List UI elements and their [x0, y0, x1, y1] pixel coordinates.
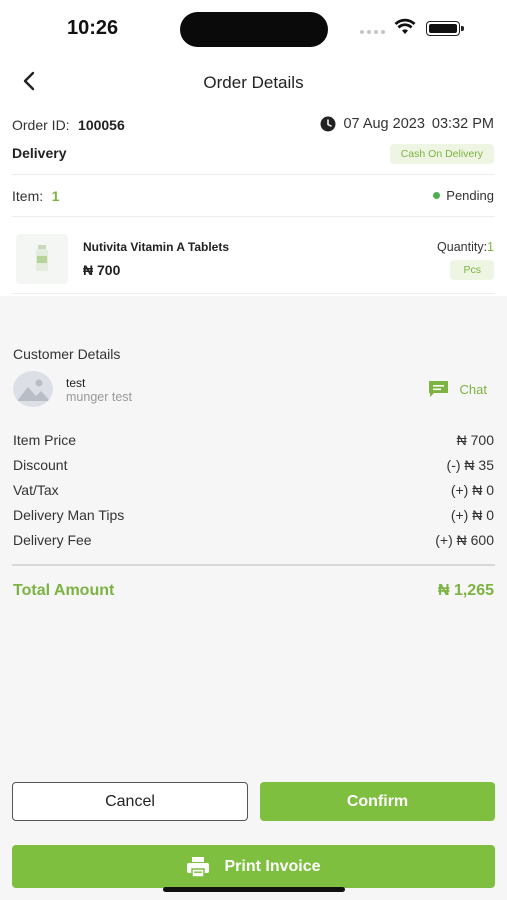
order-id-value: 100056 — [78, 117, 125, 133]
summary-row: Delivery Man Tips (+) ₦ 0 — [13, 507, 494, 523]
order-datetime: 07 Aug 2023 03:32 PM — [320, 116, 494, 132]
customer-address: munger test — [66, 390, 133, 404]
item-count-label: Item: — [12, 188, 44, 204]
order-info-card: Order ID: 100056 07 Aug 2023 03:32 PM De… — [0, 106, 507, 296]
total-label: Total Amount — [13, 582, 115, 599]
status-time: 10:26 — [67, 17, 119, 39]
chat-button[interactable]: Chat — [428, 380, 487, 398]
summary-label: Vat/Tax — [13, 482, 59, 498]
total-row: Total Amount ₦ 1,265 — [13, 582, 494, 600]
summary-value: (+) ₦ 0 — [450, 507, 494, 523]
avatar — [13, 371, 53, 407]
quantity-label: Quantity: — [437, 240, 488, 254]
wifi-icon — [394, 18, 416, 34]
cancel-button[interactable]: Cancel — [12, 782, 248, 821]
product-thumbnail — [16, 234, 68, 284]
summary-row: Discount (-) ₦ 35 — [13, 457, 494, 473]
quantity-value: 1 — [487, 240, 494, 254]
summary-label: Delivery Fee — [13, 532, 92, 548]
summary-value: (+) ₦ 600 — [435, 532, 494, 548]
product-name: Nutivita Vitamin A Tablets — [83, 240, 230, 254]
product-price: ₦ 700 — [83, 262, 121, 278]
dynamic-island — [180, 12, 328, 47]
summary-label: Discount — [13, 457, 68, 473]
summary-row: Delivery Fee (+) ₦ 600 — [13, 532, 494, 548]
chat-label: Chat — [459, 381, 487, 397]
order-id-label: Order ID: — [12, 117, 70, 133]
customer-name: test — [66, 376, 86, 390]
chat-icon — [428, 381, 448, 397]
print-invoice-label: Print Invoice — [224, 857, 321, 875]
order-date: 07 Aug 2023 — [343, 116, 425, 132]
order-status: Pending — [433, 188, 494, 203]
order-type: Delivery — [12, 145, 67, 161]
status-dot-icon — [433, 192, 441, 199]
divider — [12, 564, 495, 566]
page-title: Order Details — [203, 73, 304, 92]
confirm-button[interactable]: Confirm — [260, 782, 495, 821]
vitamin-bottle-icon — [36, 245, 48, 271]
payment-method-badge: Cash On Delivery — [389, 144, 494, 164]
summary-row: Item Price ₦ 700 — [13, 432, 494, 448]
summary-value: (+) ₦ 0 — [450, 482, 494, 498]
image-placeholder-icon — [17, 379, 50, 401]
app-bar: Order Details — [0, 58, 507, 106]
printer-icon — [187, 856, 210, 878]
order-time: 03:32 PM — [431, 116, 494, 132]
product-quantity: Quantity:1 — [437, 240, 494, 254]
battery-icon — [426, 21, 464, 36]
home-indicator — [163, 887, 345, 892]
status-bar: 10:26 — [0, 0, 507, 58]
print-invoice-button[interactable]: Print Invoice — [12, 845, 495, 888]
total-value: ₦ 1,265 — [437, 582, 494, 599]
summary-value: (-) ₦ 35 — [446, 457, 494, 473]
divider — [12, 216, 495, 217]
divider — [12, 293, 495, 294]
order-status-label: Pending — [446, 188, 494, 203]
cellular-signal-icon — [360, 30, 385, 34]
summary-label: Delivery Man Tips — [13, 507, 125, 523]
customer-section-title: Customer Details — [13, 346, 121, 362]
item-count-value: 1 — [51, 188, 60, 204]
clock-icon — [320, 116, 336, 132]
summary-row: Vat/Tax (+) ₦ 0 — [13, 482, 494, 498]
summary-label: Item Price — [13, 432, 77, 448]
summary-value: ₦ 700 — [456, 432, 494, 448]
unit-badge: Pcs — [450, 260, 494, 280]
divider — [12, 174, 495, 175]
